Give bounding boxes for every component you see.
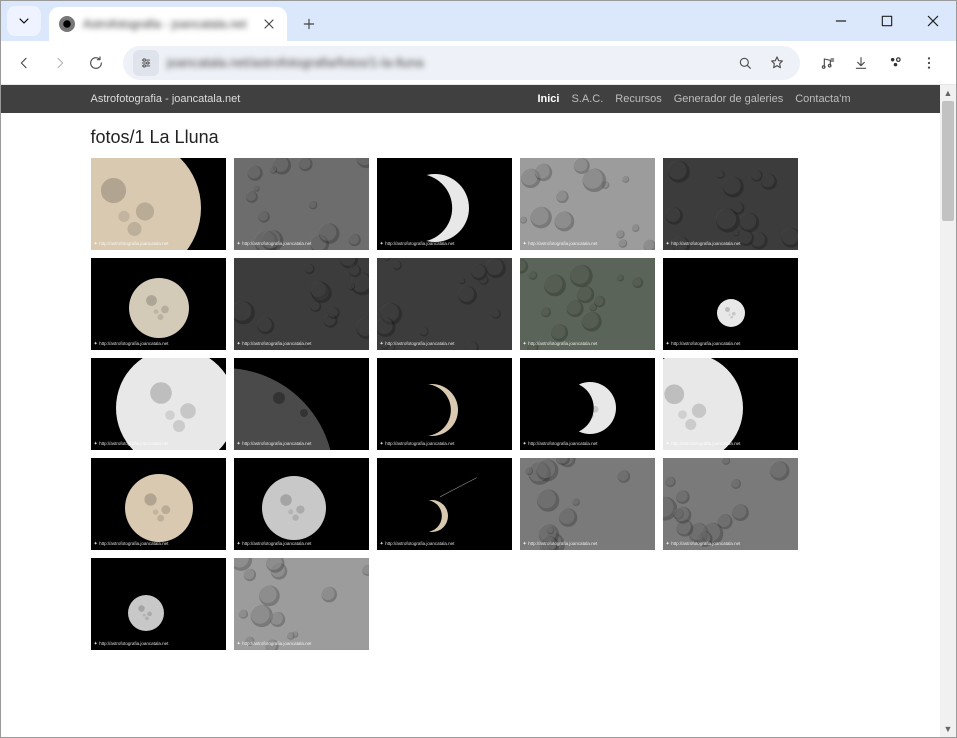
watermark: http://astrofotografia.joancatala.net: [666, 342, 741, 347]
gallery-thumbnail[interactable]: http://astrofotografia.joancatala.net: [234, 158, 369, 250]
gallery-thumbnail[interactable]: http://astrofotografia.joancatala.net: [234, 558, 369, 650]
gallery-thumbnail[interactable]: http://astrofotografia.joancatala.net: [377, 258, 512, 350]
gallery: fotos/1 La Lluna http://astrofotografia.…: [91, 113, 851, 650]
watermark: http://astrofotografia.joancatala.net: [237, 542, 312, 547]
close-tab-button[interactable]: [261, 16, 277, 32]
gallery-thumbnail[interactable]: http://astrofotografia.joancatala.net: [663, 358, 798, 450]
scroll-up-button[interactable]: ▲: [940, 85, 956, 101]
watermark: http://astrofotografia.joancatala.net: [94, 442, 169, 447]
reload-button[interactable]: [79, 46, 113, 80]
browser-toolbar: joancatala.net/astrofotografia/fotos/1-l…: [1, 41, 956, 85]
gallery-thumbnail[interactable]: http://astrofotografia.joancatala.net: [377, 458, 512, 550]
watermark: http://astrofotografia.joancatala.net: [523, 542, 598, 547]
nav-link[interactable]: Recursos: [615, 93, 661, 105]
gallery-thumbnail[interactable]: http://astrofotografia.joancatala.net: [91, 158, 226, 250]
gallery-thumbnail[interactable]: http://astrofotografia.joancatala.net: [234, 458, 369, 550]
maximize-button[interactable]: [864, 1, 910, 41]
gallery-thumbnail[interactable]: http://astrofotografia.joancatala.net: [663, 158, 798, 250]
gallery-thumbnail[interactable]: http://astrofotografia.joancatala.net: [520, 358, 655, 450]
watermark: http://astrofotografia.joancatala.net: [237, 242, 312, 247]
watermark: http://astrofotografia.joancatala.net: [94, 542, 169, 547]
minimize-button[interactable]: [818, 1, 864, 41]
tab-title: Astrofotografia - joancatala.net: [83, 17, 253, 31]
extensions-button[interactable]: [878, 46, 912, 80]
watermark: http://astrofotografia.joancatala.net: [523, 442, 598, 447]
window-controls: [818, 1, 956, 41]
watermark: http://astrofotografia.joancatala.net: [380, 342, 455, 347]
watermark: http://astrofotografia.joancatala.net: [380, 442, 455, 447]
watermark: http://astrofotografia.joancatala.net: [666, 442, 741, 447]
browser-window: Astrofotografia - joancatala.net: [0, 0, 957, 738]
site-settings-button[interactable]: [133, 50, 159, 76]
tab-strip: Astrofotografia - joancatala.net: [1, 1, 956, 41]
url-text: joancatala.net/astrofotografia/fotos/1-l…: [167, 55, 724, 70]
scroll-down-button[interactable]: ▼: [940, 721, 956, 737]
site-header: Astrofotografia - joancatala.net Inici S.…: [1, 85, 940, 113]
gallery-thumbnail[interactable]: http://astrofotografia.joancatala.net: [377, 158, 512, 250]
browser-tab[interactable]: Astrofotografia - joancatala.net: [49, 7, 287, 41]
watermark: http://astrofotografia.joancatala.net: [523, 342, 598, 347]
address-bar[interactable]: joancatala.net/astrofotografia/fotos/1-l…: [123, 46, 800, 80]
gallery-thumbnail[interactable]: http://astrofotografia.joancatala.net: [91, 358, 226, 450]
watermark: http://astrofotografia.joancatala.net: [237, 642, 312, 647]
zoom-icon[interactable]: [732, 50, 758, 76]
vertical-scrollbar[interactable]: ▲ ▼: [940, 85, 956, 737]
gallery-thumbnail[interactable]: http://astrofotografia.joancatala.net: [234, 258, 369, 350]
media-control-button[interactable]: [810, 46, 844, 80]
scroll-thumb[interactable]: [942, 101, 954, 221]
downloads-button[interactable]: [844, 46, 878, 80]
watermark: http://astrofotografia.joancatala.net: [380, 542, 455, 547]
gallery-thumbnail[interactable]: http://astrofotografia.joancatala.net: [520, 458, 655, 550]
gallery-thumbnail[interactable]: http://astrofotografia.joancatala.net: [520, 158, 655, 250]
watermark: http://astrofotografia.joancatala.net: [94, 342, 169, 347]
chrome-menu-button[interactable]: [912, 46, 946, 80]
close-window-button[interactable]: [910, 1, 956, 41]
page-viewport: Astrofotografia - joancatala.net Inici S.…: [1, 85, 956, 737]
gallery-thumbnail[interactable]: http://astrofotografia.joancatala.net: [91, 558, 226, 650]
nav-link[interactable]: Inici: [537, 93, 559, 105]
watermark: http://astrofotografia.joancatala.net: [523, 242, 598, 247]
watermark: http://astrofotografia.joancatala.net: [237, 442, 312, 447]
tab-search-button[interactable]: [7, 6, 41, 36]
gallery-thumbnail[interactable]: http://astrofotografia.joancatala.net: [91, 458, 226, 550]
watermark: http://astrofotografia.joancatala.net: [380, 242, 455, 247]
gallery-thumbnail[interactable]: http://astrofotografia.joancatala.net: [377, 358, 512, 450]
gallery-thumbnail[interactable]: http://astrofotografia.joancatala.net: [234, 358, 369, 450]
forward-button[interactable]: [43, 46, 77, 80]
site-nav: Inici S.A.C. Recursos Generador de galeries…: [537, 93, 850, 105]
back-button[interactable]: [7, 46, 41, 80]
gallery-title: fotos/1 La Lluna: [91, 127, 851, 148]
gallery-thumbnail[interactable]: http://astrofotografia.joancatala.net: [663, 458, 798, 550]
watermark: http://astrofotografia.joancatala.net: [237, 342, 312, 347]
globe-icon: [59, 16, 75, 32]
new-tab-button[interactable]: [295, 10, 323, 38]
nav-link[interactable]: S.A.C.: [571, 93, 603, 105]
bookmark-button[interactable]: [764, 50, 790, 76]
watermark: http://astrofotografia.joancatala.net: [666, 542, 741, 547]
watermark: http://astrofotografia.joancatala.net: [666, 242, 741, 247]
page-content: Astrofotografia - joancatala.net Inici S.…: [1, 85, 940, 737]
thumbnail-grid: http://astrofotografia.joancatala.net ht…: [91, 158, 851, 650]
site-title: Astrofotografia - joancatala.net: [91, 93, 241, 105]
nav-link[interactable]: Generador de galeries: [674, 93, 783, 105]
watermark: http://astrofotografia.joancatala.net: [94, 242, 169, 247]
watermark: http://astrofotografia.joancatala.net: [94, 642, 169, 647]
gallery-thumbnail[interactable]: http://astrofotografia.joancatala.net: [663, 258, 798, 350]
gallery-thumbnail[interactable]: http://astrofotografia.joancatala.net: [91, 258, 226, 350]
nav-link[interactable]: Contacta'm: [795, 93, 850, 105]
gallery-thumbnail[interactable]: http://astrofotografia.joancatala.net: [520, 258, 655, 350]
